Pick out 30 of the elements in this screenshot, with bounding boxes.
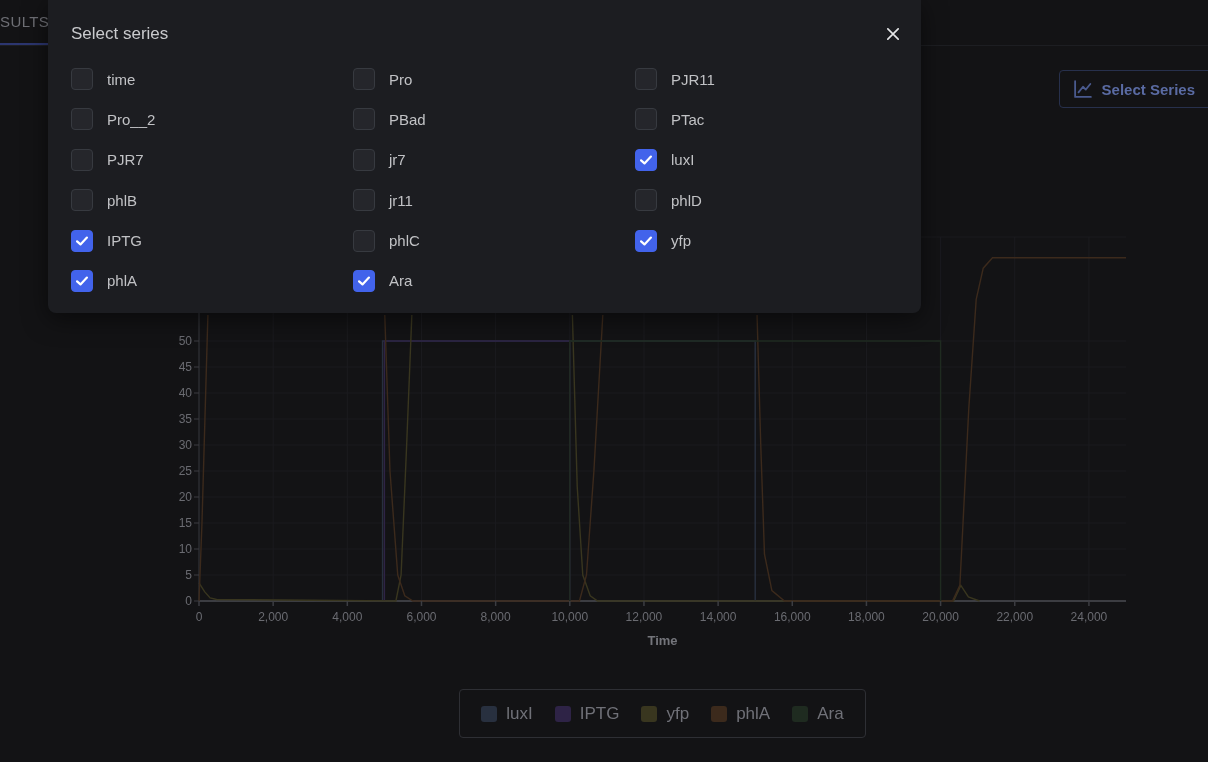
axis-tick-label: 0	[185, 594, 192, 608]
axis-tick-label: 24,000	[1070, 610, 1108, 624]
axis-tick-label: 2,000	[258, 610, 289, 624]
legend-label: Ara	[817, 703, 844, 724]
legend-label: phlA	[736, 703, 771, 724]
axis-tick-label: 10	[178, 542, 192, 556]
axis-tick-label: 4,000	[332, 610, 363, 624]
axis-tick-label: 5	[185, 568, 192, 582]
axis-tick-label: 50	[178, 334, 192, 348]
axis-tick-label: 22,000	[996, 610, 1034, 624]
legend-label: luxI	[506, 703, 533, 724]
axis-tick-label: 25	[178, 464, 192, 478]
dialog-title: Select series	[71, 24, 169, 44]
axis-tick-label: 35	[178, 412, 192, 426]
axis-tick-label: 20,000	[922, 610, 959, 624]
axis-tick-label: 12,000	[625, 610, 663, 624]
axis-tick-label: 16,000	[773, 610, 811, 624]
axis-tick-label: 18,000	[848, 610, 885, 624]
axis-tick-label: 45	[178, 360, 192, 374]
axis-tick-label: 20	[178, 490, 192, 504]
axis-tick-label: 14,000	[699, 610, 737, 624]
axis-title: Time	[647, 633, 678, 648]
axis-tick-label: 8,000	[480, 610, 511, 624]
legend-label: IPTG	[579, 703, 620, 724]
axis-tick-label: 15	[178, 516, 192, 530]
axis-tick-label: 0	[195, 610, 203, 624]
axis-tick-label: 10,000	[551, 610, 589, 624]
axis-tick-label: 6,000	[406, 610, 437, 624]
axis-tick-label: 30	[178, 438, 192, 452]
axis-tick-label: 40	[178, 386, 192, 400]
